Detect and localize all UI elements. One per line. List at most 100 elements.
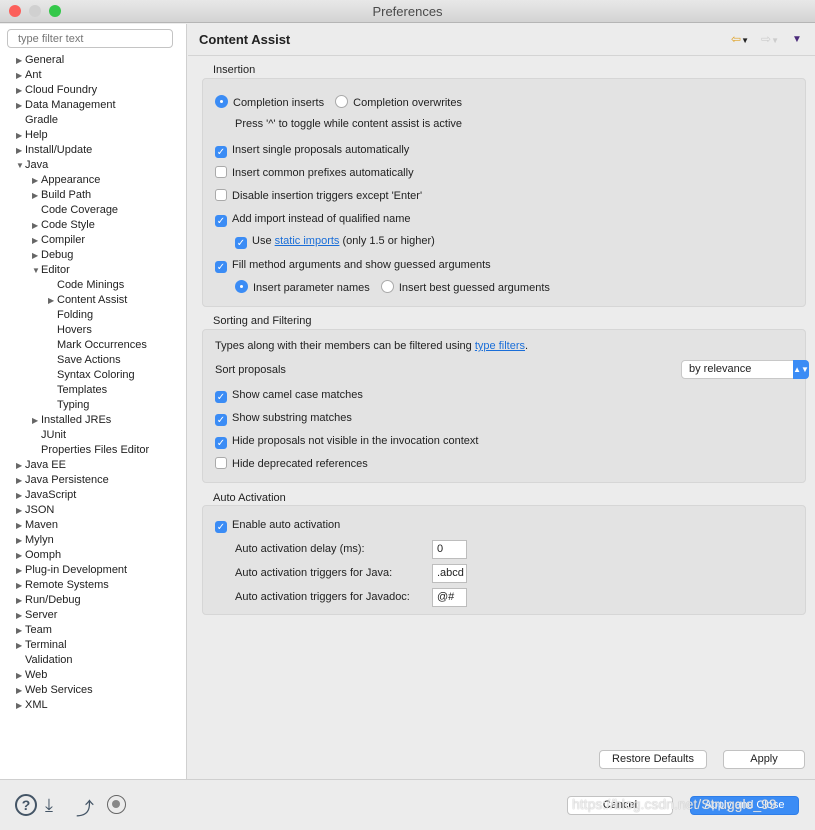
tree-item[interactable]: ▶ Cloud Foundry xyxy=(16,83,97,98)
tree-item[interactable]: ▶ Build Path xyxy=(32,188,91,203)
collapsed-arrow-icon[interactable]: ▶ xyxy=(32,173,38,188)
collapsed-arrow-icon[interactable]: ▶ xyxy=(16,128,22,143)
expanded-arrow-icon[interactable]: ▼ xyxy=(32,263,40,278)
collapsed-arrow-icon[interactable]: ▶ xyxy=(16,503,22,518)
tree-item[interactable]: Properties Files Editor xyxy=(41,443,149,458)
collapsed-arrow-icon[interactable]: ▶ xyxy=(16,638,22,653)
delay-input[interactable]: 0 xyxy=(432,540,467,559)
tree-item[interactable]: ▶ Java Persistence xyxy=(16,473,109,488)
substring-checkbox[interactable]: ✓ Show substring matches xyxy=(215,410,352,426)
apply-button[interactable]: Apply xyxy=(723,750,805,769)
tree-item[interactable]: ▶ XML xyxy=(16,698,48,713)
tree-item[interactable]: ▶ Terminal xyxy=(16,638,67,653)
collapsed-arrow-icon[interactable]: ▶ xyxy=(16,578,22,593)
tree-item[interactable]: Hovers xyxy=(57,323,92,338)
collapsed-arrow-icon[interactable]: ▶ xyxy=(48,293,54,308)
collapsed-arrow-icon[interactable]: ▶ xyxy=(16,563,22,578)
import-icon[interactable]: ⤓ xyxy=(45,795,53,816)
parameter-names-radio[interactable]: Insert parameter names xyxy=(235,280,370,294)
tree-item[interactable]: Gradle xyxy=(25,113,58,128)
collapsed-arrow-icon[interactable]: ▶ xyxy=(32,218,38,233)
tree-item[interactable]: ▶ Plug-in Development xyxy=(16,563,127,578)
collapsed-arrow-icon[interactable]: ▶ xyxy=(16,143,22,158)
add-import-checkbox[interactable]: ✓ Add import instead of qualified name xyxy=(215,211,411,227)
expanded-arrow-icon[interactable]: ▼ xyxy=(16,158,24,173)
tree-item[interactable]: Templates xyxy=(57,383,107,398)
tree-item[interactable]: ▼ Editor xyxy=(32,263,70,278)
single-proposals-checkbox[interactable]: ✓ Insert single proposals automatically xyxy=(215,142,409,158)
javadoc-triggers-input[interactable]: @# xyxy=(432,588,467,607)
tree-item[interactable]: Syntax Coloring xyxy=(57,368,135,383)
tree-item[interactable]: ▶ General xyxy=(16,53,64,68)
tree-item[interactable]: JUnit xyxy=(41,428,66,443)
completion-overwrites-radio[interactable]: Completion overwrites xyxy=(335,95,462,109)
tree-item[interactable]: ▶ JSON xyxy=(16,503,54,518)
tree-item[interactable]: ▶ Server xyxy=(16,608,57,623)
zoom-window-button[interactable] xyxy=(49,5,61,17)
collapsed-arrow-icon[interactable]: ▶ xyxy=(16,683,22,698)
tree-item[interactable]: ▶ Web Services xyxy=(16,683,93,698)
hide-not-visible-checkbox[interactable]: ✓ Hide proposals not visible in the invoc… xyxy=(215,433,478,449)
tree-item[interactable]: ▶ Java EE xyxy=(16,458,66,473)
tree-item[interactable]: Mark Occurrences xyxy=(57,338,147,353)
filter-input[interactable] xyxy=(7,29,173,48)
collapsed-arrow-icon[interactable]: ▶ xyxy=(16,488,22,503)
tree-item[interactable]: ▶ Ant xyxy=(16,68,42,83)
enable-auto-activation-checkbox[interactable]: ✓ Enable auto activation xyxy=(215,517,340,533)
sort-proposals-select[interactable]: by relevance ▲▼ xyxy=(681,360,809,379)
tree-item[interactable]: ▶ Oomph xyxy=(16,548,61,563)
forward-arrow-icon[interactable]: ⇨▼ xyxy=(761,32,779,46)
collapsed-arrow-icon[interactable]: ▶ xyxy=(16,458,22,473)
collapsed-arrow-icon[interactable]: ▶ xyxy=(32,188,38,203)
tree-item[interactable]: ▶ Remote Systems xyxy=(16,578,109,593)
camel-case-checkbox[interactable]: ✓ Show camel case matches xyxy=(215,387,363,403)
help-icon[interactable]: ? xyxy=(15,794,37,816)
back-arrow-icon[interactable]: ⇦▼ xyxy=(731,32,749,46)
fill-arguments-checkbox[interactable]: ✓ Fill method arguments and show guessed … xyxy=(215,257,491,273)
best-guessed-radio[interactable]: Insert best guessed arguments xyxy=(380,280,550,294)
collapsed-arrow-icon[interactable]: ▶ xyxy=(16,473,22,488)
collapsed-arrow-icon[interactable]: ▶ xyxy=(16,593,22,608)
collapsed-arrow-icon[interactable]: ▶ xyxy=(16,518,22,533)
tree-item[interactable]: ▶ Web xyxy=(16,668,47,683)
tree-item[interactable]: Code Coverage xyxy=(41,203,118,218)
common-prefixes-checkbox[interactable]: Insert common prefixes automatically xyxy=(215,165,414,181)
tree-item[interactable]: ▶ Content Assist xyxy=(48,293,127,308)
collapsed-arrow-icon[interactable]: ▶ xyxy=(16,698,22,713)
restore-defaults-button[interactable]: Restore Defaults xyxy=(599,750,707,769)
tree-item[interactable]: ▶ Maven xyxy=(16,518,58,533)
collapsed-arrow-icon[interactable]: ▶ xyxy=(16,668,22,683)
tree-item[interactable]: ▶ Debug xyxy=(32,248,73,263)
minimize-window-button[interactable] xyxy=(29,5,41,17)
tree-item[interactable]: ▶ Mylyn xyxy=(16,533,54,548)
static-imports-checkbox[interactable]: ✓ Use static imports (only 1.5 or higher) xyxy=(235,233,435,249)
static-imports-link[interactable]: static imports xyxy=(275,235,340,247)
tree-item[interactable]: ▶ Data Management xyxy=(16,98,116,113)
tree-item[interactable]: Typing xyxy=(57,398,89,413)
disable-triggers-checkbox[interactable]: Disable insertion triggers except 'Enter… xyxy=(215,188,422,204)
tree-item[interactable]: ▶ Code Style xyxy=(32,218,95,233)
hide-deprecated-checkbox[interactable]: Hide deprecated references xyxy=(215,456,368,472)
collapsed-arrow-icon[interactable]: ▶ xyxy=(32,413,38,428)
tree-item[interactable]: Folding xyxy=(57,308,93,323)
collapsed-arrow-icon[interactable]: ▶ xyxy=(16,533,22,548)
record-icon[interactable] xyxy=(107,795,126,814)
type-filters-link[interactable]: type filters xyxy=(475,340,525,352)
export-icon[interactable]: ⤴ xyxy=(76,795,94,821)
collapsed-arrow-icon[interactable]: ▶ xyxy=(32,248,38,263)
java-triggers-input[interactable]: .abcd xyxy=(432,564,467,583)
completion-inserts-radio[interactable]: Completion inserts xyxy=(215,95,324,109)
tree-item[interactable]: ▶ JavaScript xyxy=(16,488,76,503)
tree-item[interactable]: Code Minings xyxy=(57,278,124,293)
collapsed-arrow-icon[interactable]: ▶ xyxy=(32,233,38,248)
close-window-button[interactable] xyxy=(9,5,21,17)
tree-item[interactable]: Validation xyxy=(25,653,73,668)
tree-item[interactable]: ▶ Run/Debug xyxy=(16,593,81,608)
tree-item[interactable]: ▶ Team xyxy=(16,623,52,638)
tree-item[interactable]: Save Actions xyxy=(57,353,121,368)
collapsed-arrow-icon[interactable]: ▶ xyxy=(16,548,22,563)
collapsed-arrow-icon[interactable]: ▶ xyxy=(16,53,22,68)
view-menu-icon[interactable]: ▼ xyxy=(792,34,802,45)
collapsed-arrow-icon[interactable]: ▶ xyxy=(16,98,22,113)
collapsed-arrow-icon[interactable]: ▶ xyxy=(16,68,22,83)
